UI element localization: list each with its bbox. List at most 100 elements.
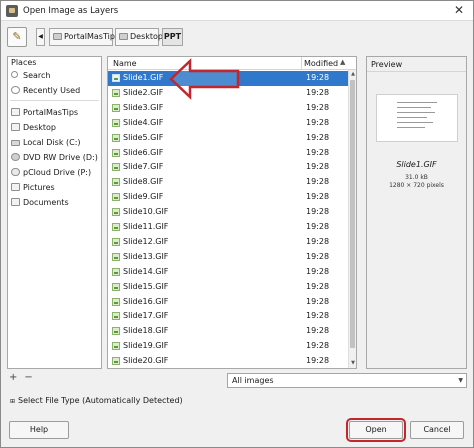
file-row[interactable]: Slide8.GIF 19:28	[108, 175, 348, 190]
file-name: Slide7.GIF	[123, 162, 164, 172]
open-button[interactable]: Open	[346, 418, 406, 442]
expander-plus-icon: ⊞	[10, 398, 16, 405]
file-name: Slide19.GIF	[123, 341, 169, 351]
file-modified: 19:28	[306, 117, 330, 127]
file-list-scrollbar[interactable]: ▲ ▼	[348, 70, 356, 368]
file-row[interactable]: Slide12.GIF 19:28	[108, 235, 348, 250]
close-icon[interactable]: ✕	[451, 3, 467, 18]
places-item-local-disk[interactable]: Local Disk (C:)	[8, 135, 101, 150]
file-row[interactable]: Slide3.GIF 19:28	[108, 101, 348, 116]
disk-icon	[11, 140, 20, 146]
file-row[interactable]: Slide5.GIF 19:28	[108, 131, 348, 146]
folder-icon	[11, 183, 20, 191]
file-name: Slide2.GIF	[123, 87, 164, 97]
breadcrumb-scroll-left-button[interactable]: ◀	[36, 28, 45, 46]
folder-icon	[11, 123, 20, 131]
file-name: Slide20.GIF	[123, 356, 169, 366]
red-arrow-annotation	[169, 58, 240, 100]
places-sidebar: Places Search Recently Used PortalMasTip…	[7, 56, 102, 369]
places-item-pcloud-drive[interactable]: pCloud Drive (P:)	[8, 165, 101, 180]
file-modified: 19:28	[306, 132, 330, 142]
file-modified: 19:28	[306, 222, 330, 231]
image-file-icon	[112, 163, 120, 172]
file-row[interactable]: Slide17.GIF 19:28	[108, 309, 348, 324]
places-item-portalmastips[interactable]: PortalMasTips	[8, 105, 101, 120]
file-row[interactable]: Slide4.GIF 19:28	[108, 116, 348, 131]
places-item-desktop[interactable]: Desktop	[8, 120, 101, 135]
places-header: Places	[11, 58, 37, 67]
places-item-recently-used[interactable]: Recently Used	[8, 83, 101, 98]
image-file-icon	[112, 133, 120, 142]
places-item-search[interactable]: Search	[8, 68, 101, 83]
image-file-icon	[112, 312, 120, 321]
places-item-documents[interactable]: Documents	[8, 195, 101, 210]
thumbnail-text-line	[397, 102, 437, 103]
breadcrumb-portalmastips[interactable]: PortalMasTips	[49, 28, 119, 46]
image-file-icon	[112, 297, 120, 306]
file-name: Slide5.GIF	[123, 132, 164, 142]
breadcrumb-ppt[interactable]: PPT	[162, 28, 183, 46]
file-row[interactable]: Slide19.GIF 19:28	[108, 339, 348, 354]
file-row[interactable]: Slide15.GIF 19:28	[108, 280, 348, 295]
places-item-dvd-drive[interactable]: DVD RW Drive (D:)	[8, 150, 101, 165]
column-header-modified[interactable]: Modified	[304, 59, 338, 68]
places-item-pictures[interactable]: Pictures	[8, 180, 101, 195]
cancel-button[interactable]: Cancel	[410, 421, 464, 439]
file-name: Slide4.GIF	[123, 117, 164, 127]
image-file-icon	[112, 103, 120, 112]
help-button[interactable]: Help	[9, 421, 69, 439]
column-divider	[301, 57, 302, 70]
clock-icon	[11, 86, 20, 94]
folder-icon	[11, 108, 20, 116]
file-modified: 19:28	[306, 207, 330, 217]
file-modified: 19:28	[306, 281, 330, 291]
file-row[interactable]: Slide18.GIF 19:28	[108, 324, 348, 339]
type-location-button[interactable]: ✎	[7, 27, 27, 47]
file-modified: 19:28	[306, 341, 330, 351]
open-image-as-layers-dialog: Open Image as Layers ✕ ✎ ◀ PortalMasTips…	[0, 0, 474, 448]
thumbnail-text-line	[397, 117, 427, 118]
file-name: Slide18.GIF	[123, 326, 169, 336]
select-file-type-expander[interactable]: ⊞ Select File Type (Automatically Detecte…	[10, 396, 183, 405]
file-row[interactable]: Slide13.GIF 19:28	[108, 250, 348, 265]
file-modified: 19:28	[306, 251, 330, 261]
file-name: Slide6.GIF	[123, 147, 164, 157]
file-row[interactable]: Slide7.GIF 19:28	[108, 160, 348, 175]
search-icon	[11, 71, 18, 78]
file-row[interactable]: Slide14.GIF 19:28	[108, 265, 348, 280]
file-modified: 19:28	[306, 311, 330, 321]
column-header-name[interactable]: Name	[113, 59, 137, 68]
add-bookmark-button[interactable]: +	[9, 372, 17, 383]
scrollbar-thumb[interactable]	[350, 80, 355, 348]
file-modified: 19:28	[306, 147, 330, 157]
image-file-icon	[112, 193, 120, 202]
location-toolbar: ✎ ◀ PortalMasTips Desktop PPT	[1, 25, 473, 49]
file-name: Slide15.GIF	[123, 281, 169, 291]
folder-icon	[53, 33, 62, 40]
file-name: Slide12.GIF	[123, 236, 169, 246]
file-row[interactable]: Slide20.GIF 19:28	[108, 354, 348, 369]
file-list: Name Modified ▲ Slide1.GIF 19:28 Slide2.GI…	[107, 56, 357, 369]
cloud-icon	[11, 168, 20, 176]
file-modified: 19:28	[306, 236, 330, 246]
file-row[interactable]: Slide6.GIF 19:28	[108, 146, 348, 161]
pencil-icon: ✎	[12, 30, 22, 43]
file-row[interactable]: Slide9.GIF 19:28	[108, 190, 348, 205]
file-row[interactable]: Slide11.GIF 19:28	[108, 220, 348, 235]
file-filter-select[interactable]: All images ▼	[227, 373, 467, 388]
image-file-icon	[112, 252, 120, 261]
dvd-icon	[11, 153, 20, 161]
file-row[interactable]: Slide10.GIF 19:28	[108, 205, 348, 220]
remove-bookmark-button[interactable]: −	[24, 372, 32, 383]
file-row[interactable]: Slide16.GIF 19:28	[108, 295, 348, 310]
sort-arrow-icon: ▲	[340, 58, 346, 66]
preview-filename: Slide1.GIF	[396, 160, 437, 169]
image-file-icon	[112, 327, 120, 336]
breadcrumb-desktop[interactable]: Desktop	[115, 28, 163, 46]
window-title: Open Image as Layers	[23, 6, 119, 16]
title-bar: Open Image as Layers ✕	[1, 1, 473, 21]
image-file-icon	[112, 223, 120, 231]
scroll-down-icon[interactable]: ▼	[349, 359, 357, 368]
scroll-up-icon[interactable]: ▲	[349, 70, 357, 79]
file-modified: 19:28	[306, 177, 330, 187]
